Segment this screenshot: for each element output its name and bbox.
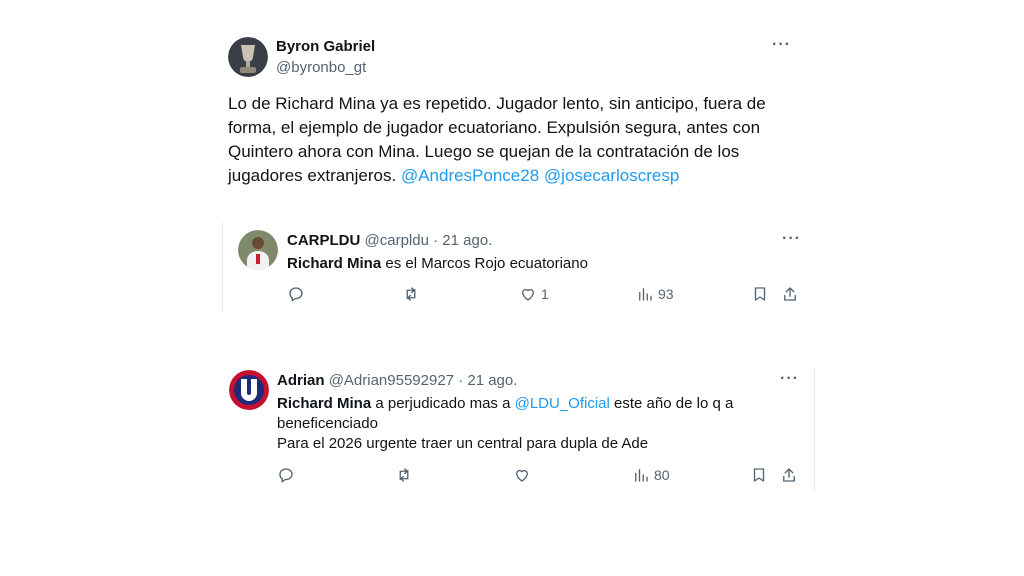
tweet-line-1: Lo de Richard Mina ya es repetido. Jugad… <box>228 94 766 113</box>
tweet-text: Lo de Richard Mina ya es repetido. Jugad… <box>228 92 788 188</box>
reply2-retweet-button[interactable] <box>395 466 413 484</box>
reply1-retweet-button[interactable] <box>402 285 420 303</box>
views-icon <box>635 469 648 482</box>
reply2-separator: · <box>458 372 464 389</box>
reply2-views-button[interactable]: 80 <box>632 466 670 484</box>
heart-icon <box>516 469 528 482</box>
mention-andresponce[interactable]: @AndresPonce28 <box>401 166 539 185</box>
reply2-like-button[interactable] <box>513 466 531 484</box>
reply1-share-button[interactable] <box>781 285 799 303</box>
reply1-like-count: 1 <box>541 286 549 302</box>
reply2-handle[interactable]: @Adrian95592927 <box>329 372 454 389</box>
tweet-line-4: jugadores extranjeros. @AndresPonce28 @j… <box>228 164 788 188</box>
reply1-view-count: 93 <box>658 286 674 302</box>
retweet-icon <box>399 468 409 482</box>
reply2-view-count: 80 <box>654 467 670 483</box>
avatar-image <box>228 37 268 77</box>
avatar-byron[interactable] <box>228 37 268 77</box>
reply2-text-a: a perjudicado mas a <box>371 395 515 412</box>
reply1-bold: Richard Mina <box>287 255 382 272</box>
reply2-date[interactable]: 21 ago. <box>467 372 517 389</box>
avatar-adrian[interactable] <box>229 370 269 410</box>
more-options-icon[interactable]: ··· <box>772 36 791 54</box>
reply2-header: Adrian @Adrian95592927 · 21 ago. <box>277 372 517 389</box>
reply1-header: CARPLDU @carpldu · 21 ago. <box>287 232 492 249</box>
share-icon <box>783 468 795 482</box>
reply-icon <box>289 287 303 302</box>
tweet-line-4-text: jugadores extranjeros. <box>228 166 401 185</box>
reply1-like-button[interactable]: 1 <box>519 285 549 303</box>
reply2-share-button[interactable] <box>780 466 798 484</box>
reply1-separator: · <box>433 232 439 249</box>
reply2-line-1: Richard Mina a perjudicado mas a @LDU_Of… <box>277 394 797 414</box>
bookmark-icon <box>754 287 766 301</box>
reply1-rest: es el Marcos Rojo ecuatoriano <box>381 255 588 272</box>
reply2-text: Richard Mina a perjudicado mas a @LDU_Of… <box>277 394 797 454</box>
reply1-left-border <box>222 222 223 312</box>
reply1-reply-button[interactable] <box>287 285 305 303</box>
tweet-line-3: Quintero ahora con Mina. Luego se quejan… <box>228 142 740 161</box>
reply2-right-border <box>814 368 815 493</box>
share-icon <box>784 287 796 301</box>
reply2-bookmark-button[interactable] <box>750 466 768 484</box>
tweet-line-2: forma, el ejemplo de jugador ecuatoriano… <box>228 118 761 137</box>
reply1-bookmark-button[interactable] <box>751 285 769 303</box>
heart-icon <box>522 288 534 301</box>
avatar-carpldu[interactable] <box>238 230 278 270</box>
reply1-date[interactable]: 21 ago. <box>442 232 492 249</box>
views-icon <box>639 288 652 301</box>
reply2-bold: Richard Mina <box>277 395 372 412</box>
bookmark-icon <box>753 468 765 482</box>
avatar-image <box>229 370 269 410</box>
reply1-handle[interactable]: @carpldu <box>365 232 429 249</box>
reply1-name[interactable]: CARPLDU <box>287 232 360 249</box>
mention-josecarlos[interactable]: @josecarloscresp <box>544 166 679 185</box>
author-handle[interactable]: @byronbo_gt <box>276 59 366 76</box>
reply2-reply-button[interactable] <box>277 466 295 484</box>
reply1-views-button[interactable]: 93 <box>636 285 674 303</box>
reply1-more-icon[interactable]: ··· <box>782 230 801 248</box>
author-name[interactable]: Byron Gabriel <box>276 38 375 55</box>
reply2-more-icon[interactable]: ··· <box>780 370 799 388</box>
retweet-icon <box>406 287 416 301</box>
reply2-text-b: este año de lo q a <box>609 395 734 412</box>
reply2-line-3: Para el 2026 urgente traer un central pa… <box>277 435 649 452</box>
reply2-line-2: beneficenciado <box>277 415 378 432</box>
avatar-image <box>238 230 278 270</box>
reply-icon <box>279 468 293 483</box>
reply2-name[interactable]: Adrian <box>277 372 325 389</box>
reply1-text: Richard Mina es el Marcos Rojo ecuatoria… <box>287 254 588 274</box>
mention-ldu-oficial[interactable]: @LDU_Oficial <box>515 395 610 412</box>
